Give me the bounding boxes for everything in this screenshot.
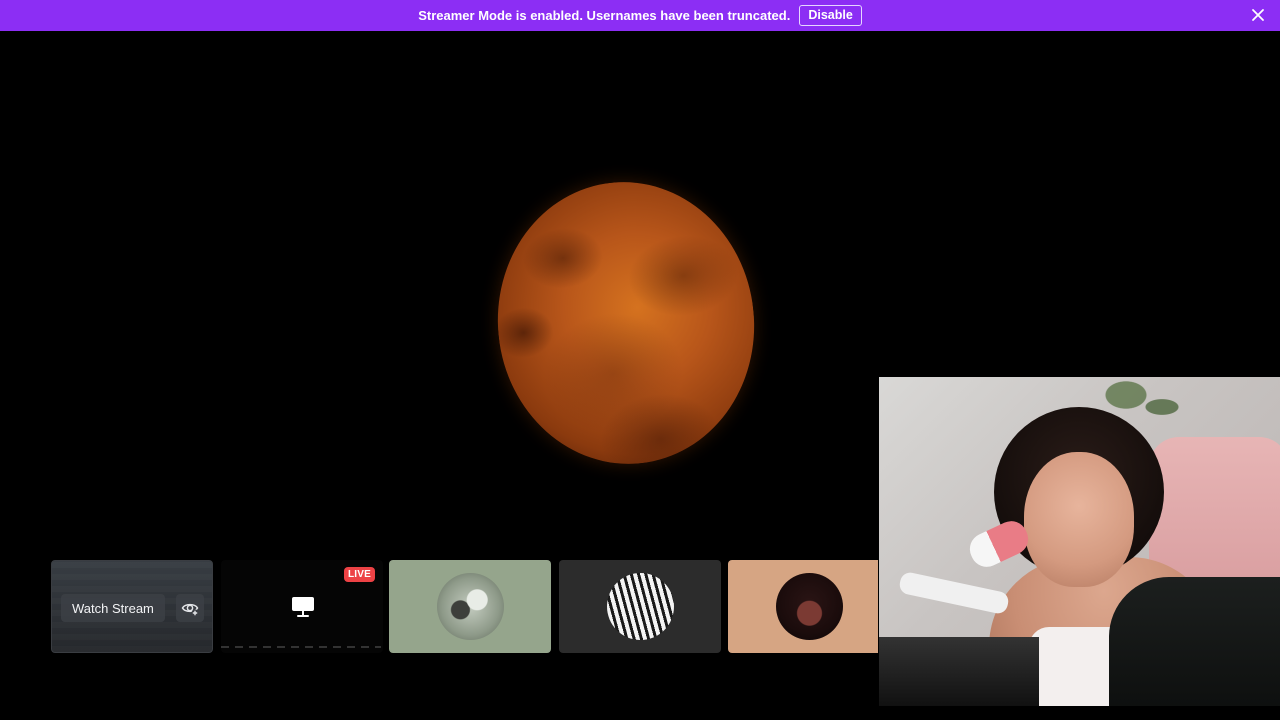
streamer-webcam [879, 377, 1280, 706]
participant-tile[interactable] [559, 560, 721, 653]
webcam-face [1024, 452, 1134, 587]
participant-tile[interactable] [728, 560, 878, 653]
banner-message: Streamer Mode is enabled. Usernames have… [418, 8, 791, 23]
webcam-mic-arm [897, 570, 1011, 616]
screen-share-tile[interactable]: LIVE [221, 560, 383, 653]
avatar [776, 573, 843, 640]
live-badge: LIVE [343, 567, 375, 582]
eye-plus-icon[interactable] [176, 594, 204, 622]
watch-stream-label: Watch Stream [72, 600, 154, 616]
stream-tile[interactable]: Watch Stream [51, 560, 213, 653]
webcam-jacket [1109, 577, 1280, 706]
screen-preview [221, 646, 381, 648]
disable-streamer-mode-button[interactable]: Disable [799, 5, 862, 26]
streamer-mode-banner: Streamer Mode is enabled. Usernames have… [0, 0, 1280, 31]
monitor-icon [291, 595, 315, 624]
avatar [607, 573, 674, 640]
close-icon[interactable] [1250, 7, 1266, 23]
avatar [437, 573, 504, 640]
participant-tile[interactable] [389, 560, 551, 653]
watch-stream-button[interactable]: Watch Stream [61, 594, 165, 622]
webcam-desk [879, 637, 1039, 706]
